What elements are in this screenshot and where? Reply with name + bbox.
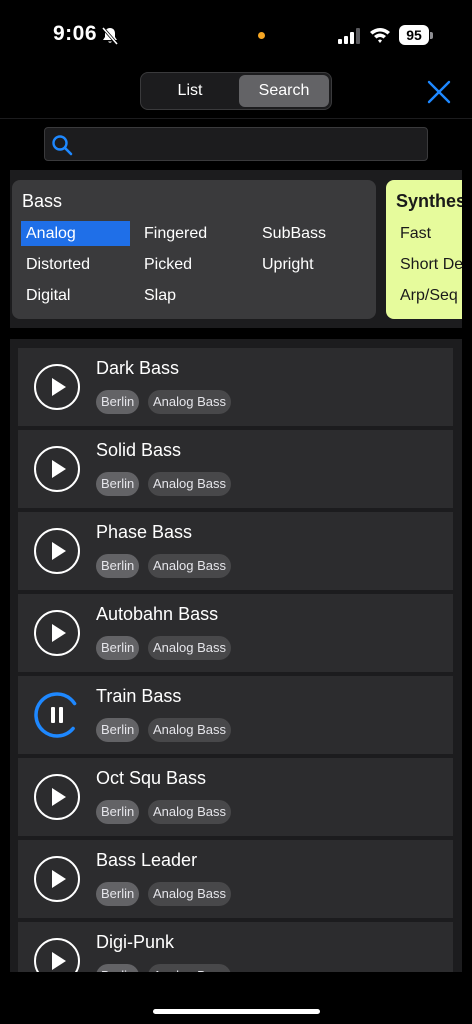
category-scroller[interactable]: Bass Analog Distorted Digital Fingered P… [10, 170, 462, 328]
search-icon [52, 135, 73, 156]
tag-category: Analog Bass [148, 636, 231, 660]
play-button[interactable] [34, 446, 80, 492]
play-button[interactable] [34, 528, 80, 574]
preset-list[interactable]: Dark Bass Berlin Analog Bass Solid Bass … [10, 339, 462, 972]
category-title: Bass [22, 191, 63, 211]
list-item[interactable]: Digi-Punk Berlin Analog Bass [18, 922, 453, 972]
tab-list[interactable]: List [143, 75, 237, 107]
tag-category: Analog Bass [148, 964, 231, 972]
category-option-distorted[interactable]: Distorted [21, 252, 130, 277]
list-search-segmented-control: List Search [140, 72, 332, 110]
tag-pack: Berlin [96, 964, 140, 972]
category-card-synth: Synthes Fast Short De Arp/Seq [386, 180, 462, 319]
home-indicator[interactable] [153, 1009, 320, 1014]
battery-level: 95 [399, 25, 429, 45]
status-time: 9:06 [53, 22, 98, 45]
play-icon [52, 870, 66, 888]
play-button[interactable] [34, 610, 80, 656]
search-input[interactable] [79, 128, 419, 160]
search-field[interactable] [44, 127, 428, 161]
list-item[interactable]: Bass Leader Berlin Analog Bass [18, 840, 453, 918]
header-divider [0, 118, 472, 119]
tag-pack: Berlin [96, 554, 140, 578]
privacy-indicator [258, 32, 265, 39]
list-item[interactable]: Solid Bass Berlin Analog Bass [18, 430, 453, 508]
list-item[interactable]: Train Bass Berlin Analog Bass [18, 676, 453, 754]
play-icon [52, 378, 66, 396]
tag-category: Analog Bass [148, 882, 231, 906]
play-icon [52, 952, 66, 970]
category-option-short-decay[interactable]: Short De [395, 252, 462, 277]
tag-pack: Berlin [96, 636, 140, 660]
play-button[interactable] [34, 938, 80, 972]
tag-pack: Berlin [96, 718, 140, 742]
cellular-signal-icon [338, 28, 360, 44]
category-option-arp-seq[interactable]: Arp/Seq [395, 283, 462, 308]
preset-title: Train Bass [96, 686, 182, 706]
status-bar: 9:06 95 [0, 0, 472, 64]
play-icon [52, 624, 66, 642]
wifi-icon [370, 28, 390, 43]
play-button[interactable] [34, 364, 80, 410]
list-item[interactable]: Dark Bass Berlin Analog Bass [18, 348, 453, 426]
category-option-fast[interactable]: Fast [395, 221, 462, 246]
play-icon [52, 788, 66, 806]
play-icon [52, 460, 66, 478]
preset-title: Phase Bass [96, 522, 193, 542]
pause-icon [51, 707, 63, 723]
preset-title: Autobahn Bass [96, 604, 219, 624]
close-icon[interactable] [425, 78, 453, 106]
category-card-bass: Bass Analog Distorted Digital Fingered P… [12, 180, 376, 319]
tab-search[interactable]: Search [239, 75, 329, 107]
battery-indicator: 95 [399, 25, 433, 45]
tag-pack: Berlin [96, 472, 140, 496]
tag-category: Analog Bass [148, 718, 231, 742]
tag-category: Analog Bass [148, 472, 231, 496]
play-button[interactable] [34, 856, 80, 902]
category-option-analog[interactable]: Analog [21, 221, 130, 246]
bell-muted-icon [101, 27, 119, 45]
category-option-upright[interactable]: Upright [257, 252, 366, 277]
tag-category: Analog Bass [148, 554, 231, 578]
category-option-picked[interactable]: Picked [139, 252, 248, 277]
list-item[interactable]: Autobahn Bass Berlin Analog Bass [18, 594, 453, 672]
tag-pack: Berlin [96, 882, 140, 906]
play-icon [52, 542, 66, 560]
preset-title: Oct Squ Bass [96, 768, 207, 788]
preset-title: Digi-Punk [96, 932, 175, 952]
tag-pack: Berlin [96, 800, 140, 824]
category-option-digital[interactable]: Digital [21, 283, 130, 308]
tag-pack: Berlin [96, 390, 140, 414]
list-item[interactable]: Phase Bass Berlin Analog Bass [18, 512, 453, 590]
list-item[interactable]: Oct Squ Bass Berlin Analog Bass [18, 758, 453, 836]
category-option-slap[interactable]: Slap [139, 283, 248, 308]
category-option-subbass[interactable]: SubBass [257, 221, 366, 246]
category-title: Synthes [396, 191, 462, 211]
pause-button[interactable] [34, 692, 80, 738]
tag-category: Analog Bass [148, 800, 231, 824]
tag-category: Analog Bass [148, 390, 231, 414]
category-option-fingered[interactable]: Fingered [139, 221, 248, 246]
preset-title: Dark Bass [96, 358, 180, 378]
play-button[interactable] [34, 774, 80, 820]
preset-title: Solid Bass [96, 440, 182, 460]
preset-title: Bass Leader [96, 850, 198, 870]
